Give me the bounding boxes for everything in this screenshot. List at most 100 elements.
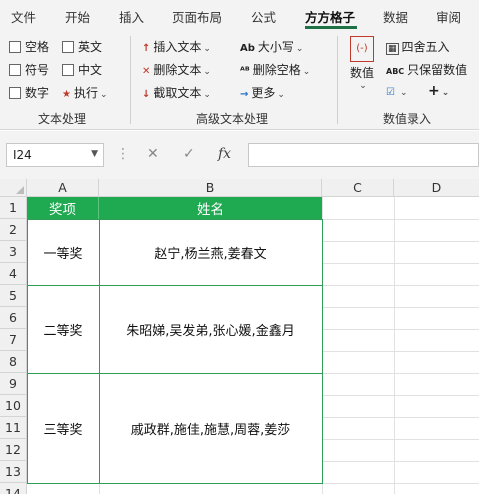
group-label-data-entry: 数值录入 — [383, 112, 432, 126]
tab-home[interactable]: 开始 — [65, 7, 90, 26]
row-header[interactable]: 6 — [0, 307, 27, 329]
checkbox-label: 符号 — [25, 63, 50, 77]
row-header[interactable]: 8 — [0, 351, 27, 373]
delete-text-icon: ✕ — [142, 66, 151, 77]
header-cell-award[interactable]: 奖项 — [27, 197, 99, 219]
chevron-down-icon: ⌄ — [359, 81, 367, 91]
insert-text-button[interactable]: ↑ 插入文本 ⌄ — [142, 38, 211, 55]
name-box-value: I24 — [13, 148, 32, 162]
edit-list-button[interactable]: ☑ ⌄ — [386, 84, 408, 98]
tab-formulas[interactable]: 公式 — [251, 7, 276, 26]
column-header-d[interactable]: D — [394, 179, 479, 197]
row-header[interactable]: 1 — [0, 197, 27, 219]
chevron-down-icon: ⌄ — [203, 90, 211, 100]
row-header[interactable]: 5 — [0, 285, 27, 307]
row-header[interactable]: 11 — [0, 417, 27, 439]
row-header[interactable]: 3 — [0, 241, 27, 263]
ribbon: 空格 英文 符号 中文 数字 ★ 执行 ⌄ 文本处理 ↑ 插入文本 ⌄ ✕ 删除文本 ⌄ ↓… — [0, 30, 479, 130]
select-all-corner[interactable] — [0, 179, 27, 197]
row-header[interactable]: 12 — [0, 439, 27, 461]
chevron-down-icon: ⌄ — [302, 67, 311, 77]
chevron-down-icon: ⌄ — [203, 67, 211, 77]
delete-text-label: 删除文本 — [153, 63, 202, 77]
add-button[interactable]: + ⌄ — [428, 83, 449, 99]
checkbox-space[interactable]: 空格 — [9, 38, 49, 55]
chevron-down-icon: ⌄ — [399, 88, 408, 98]
checkbox-number[interactable]: 数字 — [9, 84, 49, 101]
row-header[interactable]: 10 — [0, 395, 27, 417]
row-header[interactable]: 13 — [0, 461, 27, 483]
name-box[interactable]: I24 ▼ — [6, 143, 104, 167]
checkbox-icon — [9, 64, 21, 76]
group-label-text: 文本处理 — [38, 112, 87, 126]
extract-text-label: 截取文本 — [153, 86, 202, 100]
tab-file[interactable]: 文件 — [11, 7, 36, 26]
checkbox-chinese[interactable]: 中文 — [62, 61, 102, 78]
extract-text-icon: ↓ — [142, 89, 151, 100]
checkbox-icon — [62, 64, 74, 76]
checkbox-label: 中文 — [78, 63, 103, 77]
execute-button[interactable]: ★ 执行 ⌄ — [62, 84, 108, 101]
function-icon[interactable]: fx — [218, 146, 231, 162]
case-button[interactable]: Ab 大小写 ⌄ — [240, 38, 303, 55]
group-divider — [130, 36, 131, 124]
insert-text-label: 插入文本 — [153, 40, 202, 54]
chevron-down-icon[interactable]: ▼ — [91, 149, 98, 159]
column-header-b[interactable]: B — [99, 179, 322, 197]
spreadsheet-grid: A B C D 1 2 3 4 5 6 7 8 9 10 11 12 13 14… — [0, 179, 479, 494]
checkbox-icon — [9, 87, 21, 99]
more-button[interactable]: → 更多 ⌄ — [240, 84, 285, 101]
names-cell[interactable]: 赵宁,杨兰燕,姜春文 — [99, 219, 322, 285]
extract-text-button[interactable]: ↓ 截取文本 ⌄ — [142, 84, 211, 101]
plus-icon: + — [428, 83, 440, 99]
formula-bar: I24 ▼ ⋮ ✕ ✓ fx — [0, 131, 479, 179]
round-icon: ▦ — [386, 43, 399, 55]
edit-icon: ☑ — [386, 87, 395, 98]
award-cell[interactable]: 三等奖 — [27, 373, 99, 483]
checkbox-label: 空格 — [25, 40, 50, 54]
cancel-icon[interactable]: ✕ — [147, 146, 159, 162]
delete-space-icon: ᴬᴮ — [240, 66, 250, 77]
chevron-down-icon: ⌄ — [295, 44, 304, 54]
values-label: 数值 — [349, 66, 374, 80]
tab-data[interactable]: 数据 — [383, 7, 408, 26]
values-button[interactable]: (-) 数值 ⌄ — [348, 36, 376, 91]
more-options-icon: ⋮ — [116, 146, 130, 162]
delete-space-button[interactable]: ᴬᴮ 删除空格 ⌄ — [240, 61, 310, 78]
round-label: 四舍五入 — [401, 40, 450, 54]
checkbox-english[interactable]: 英文 — [62, 38, 102, 55]
header-cell-names[interactable]: 姓名 — [99, 197, 322, 219]
row-header[interactable]: 4 — [0, 263, 27, 285]
keep-values-label: 只保留数值 — [407, 63, 468, 77]
keep-values-button[interactable]: ABC 只保留数值 — [386, 61, 467, 78]
more-label: 更多 — [251, 86, 276, 100]
tab-page-layout[interactable]: 页面布局 — [172, 7, 222, 26]
checkbox-icon — [9, 41, 21, 53]
abc-icon: ABC — [386, 67, 405, 76]
tab-insert[interactable]: 插入 — [119, 7, 144, 26]
tab-fangfang[interactable]: 方方格子 — [305, 7, 355, 26]
round-button[interactable]: ▦ 四舍五入 — [386, 38, 450, 55]
names-cell[interactable]: 朱昭娣,吴发弟,张心媛,金鑫月 — [99, 285, 322, 373]
award-cell[interactable]: 二等奖 — [27, 285, 99, 373]
row-header[interactable]: 9 — [0, 373, 27, 395]
formula-input[interactable] — [248, 143, 479, 167]
case-label: 大小写 — [257, 40, 294, 54]
chevron-down-icon: ⌄ — [203, 44, 211, 54]
checkbox-symbol[interactable]: 符号 — [9, 61, 49, 78]
delete-text-button[interactable]: ✕ 删除文本 ⌄ — [142, 61, 211, 78]
column-header-a[interactable]: A — [27, 179, 99, 197]
check-icon[interactable]: ✓ — [183, 146, 195, 162]
award-cell[interactable]: 一等奖 — [27, 219, 99, 285]
names-cell[interactable]: 戚政群,施佳,施慧,周蓉,姜莎 — [99, 373, 322, 483]
chevron-down-icon: ⌄ — [441, 88, 450, 98]
column-header-c[interactable]: C — [322, 179, 394, 197]
chevron-down-icon: ⌄ — [99, 90, 108, 100]
checkbox-label: 英文 — [78, 40, 103, 54]
active-tab-indicator — [305, 26, 357, 29]
arrow-right-icon: → — [240, 89, 249, 100]
row-header[interactable]: 2 — [0, 219, 27, 241]
row-header[interactable]: 14 — [0, 483, 27, 494]
row-header[interactable]: 7 — [0, 329, 27, 351]
tab-review[interactable]: 审阅 — [436, 7, 461, 26]
